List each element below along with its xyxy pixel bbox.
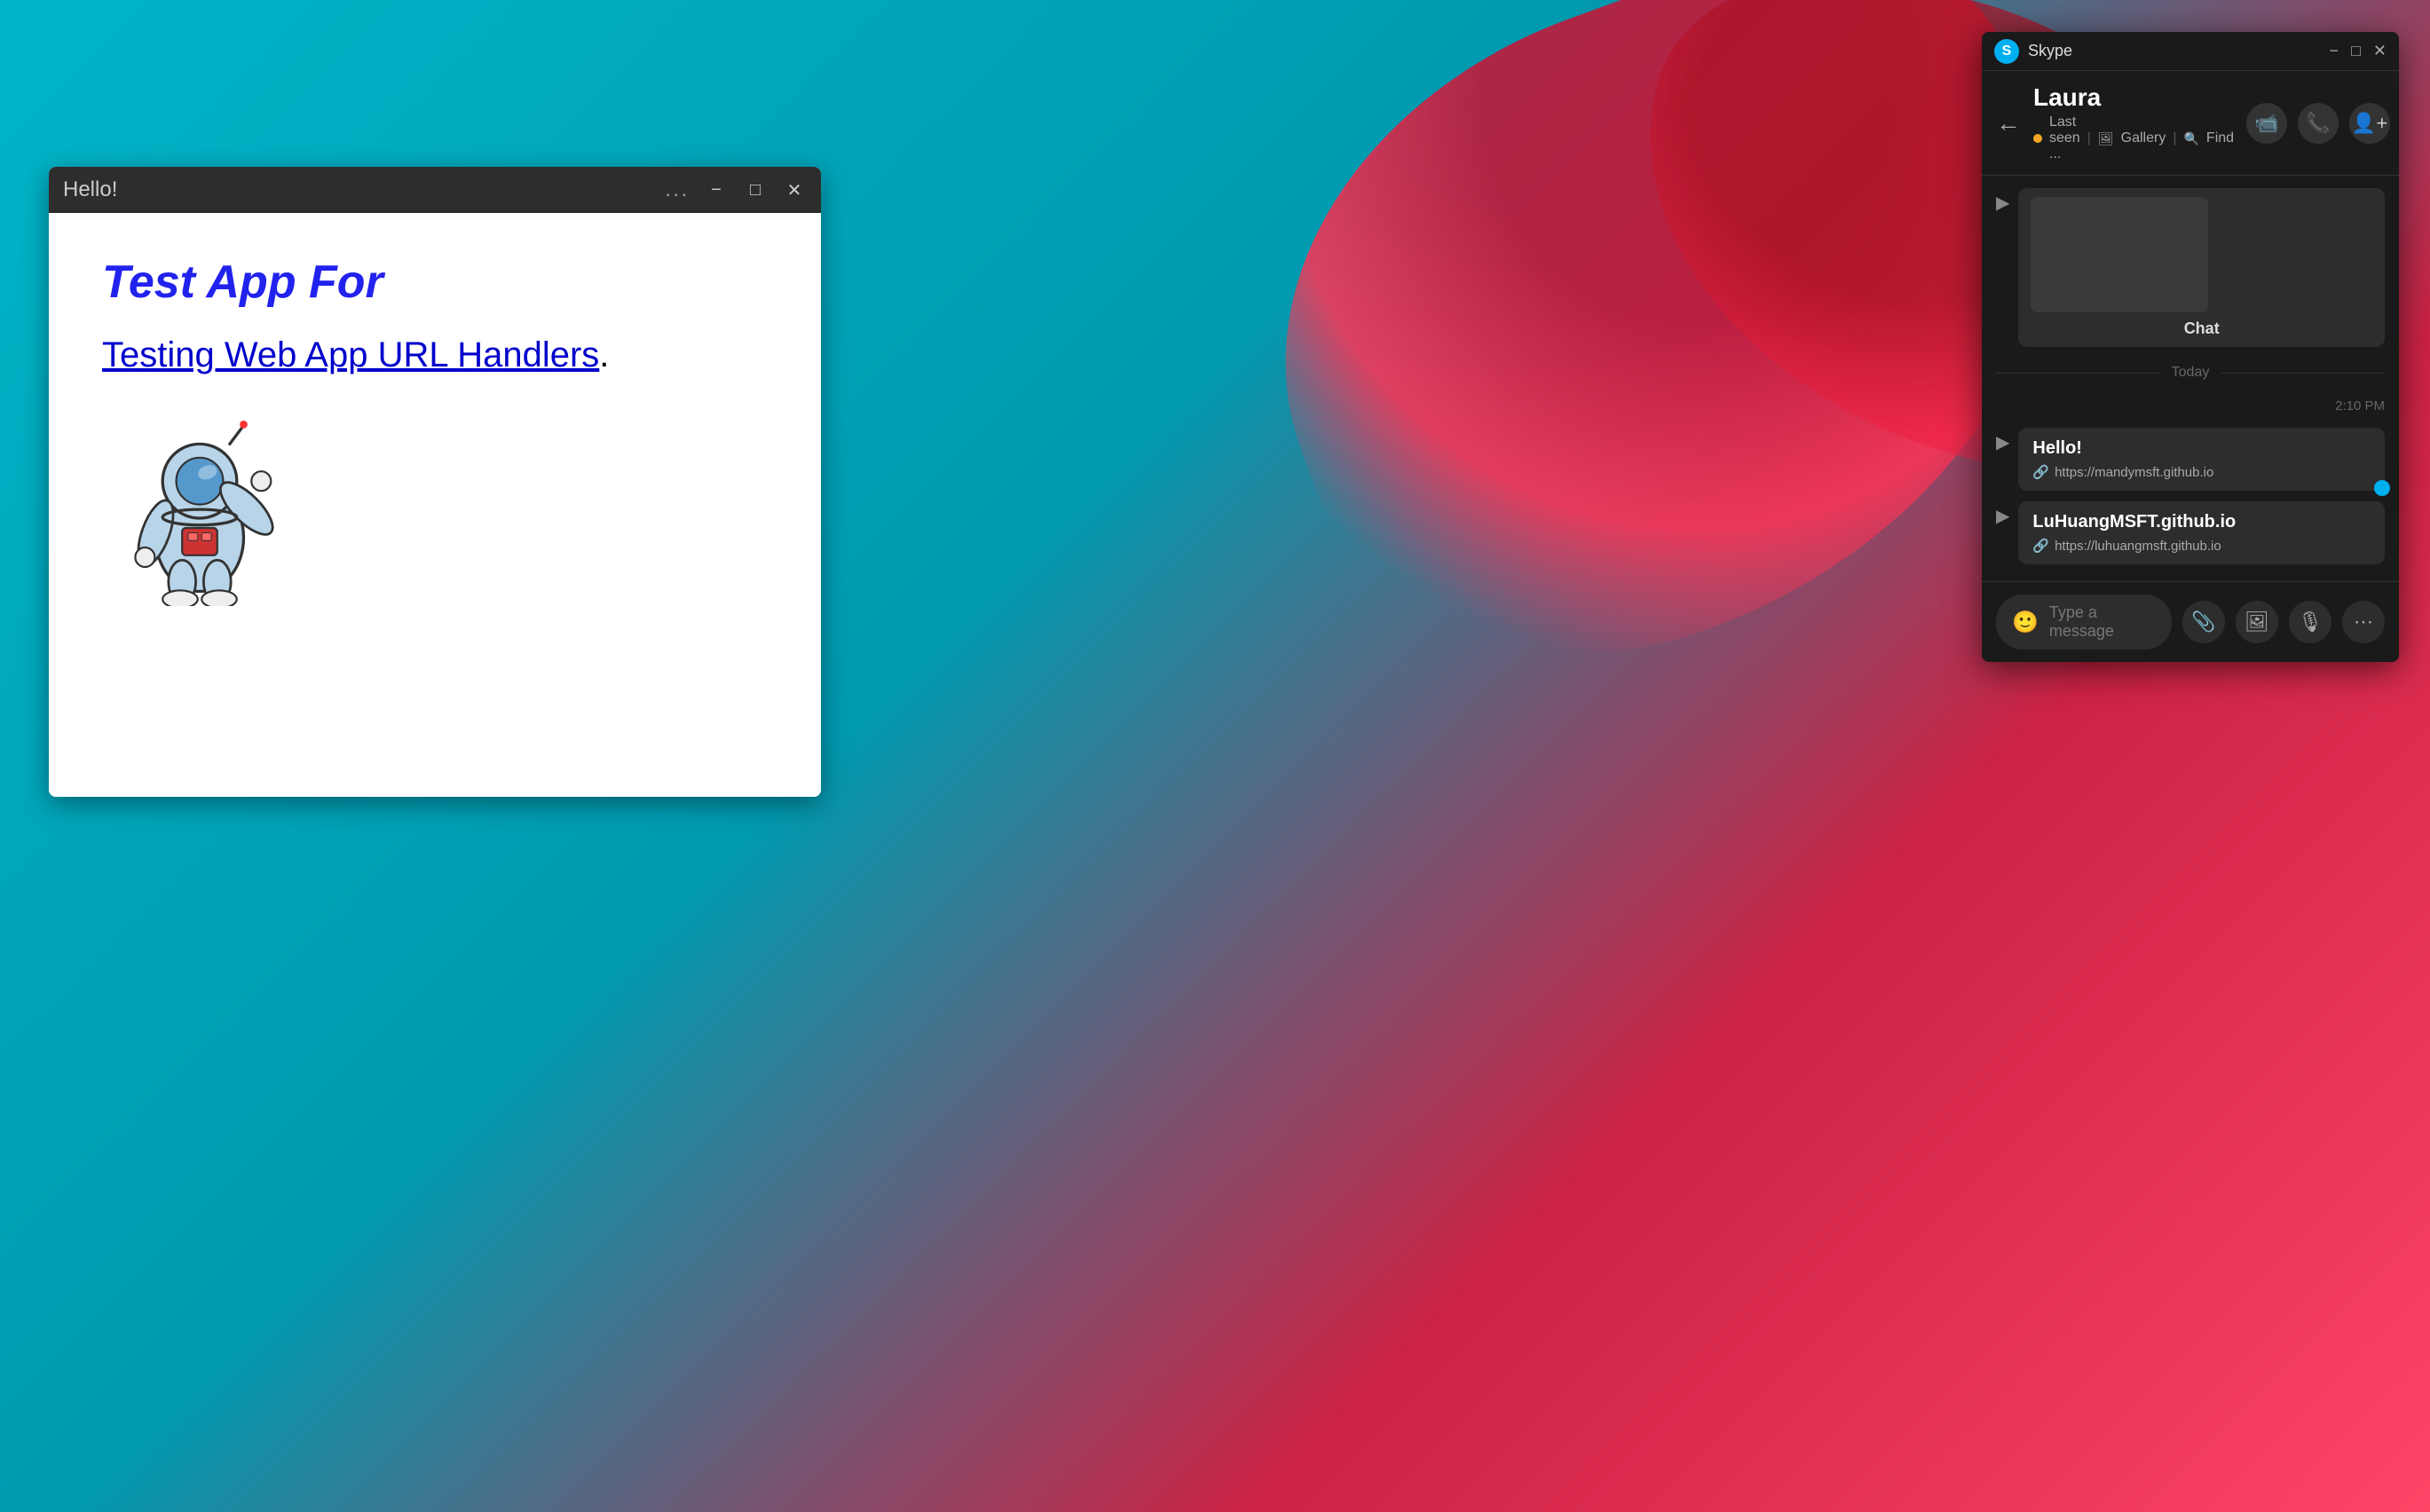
phone-icon: 📞 xyxy=(2306,112,2330,135)
message-bubble-1: Hello! 🔗 https://mandymsft.github.io xyxy=(2018,428,2385,491)
skype-app-name: Skype xyxy=(2028,42,2330,60)
message1-status-dot xyxy=(2374,480,2390,496)
message2-title: LuHuangMSFT.github.io xyxy=(2032,512,2371,532)
message2-send-icon: ▶ xyxy=(1996,505,2009,527)
add-contact-button[interactable]: 👤+ xyxy=(2349,103,2390,144)
chat-card-bubble: Chat xyxy=(2018,188,2385,347)
message1-send-icon: ▶ xyxy=(1996,431,2009,453)
header-action-buttons: 📹 📞 👤+ xyxy=(2246,103,2390,144)
image-icon: 🖼 xyxy=(2245,610,2269,634)
browser-window-title: Hello! xyxy=(63,177,666,202)
attachment-icon: 📎 xyxy=(2191,610,2215,634)
microphone-icon: 🎙 xyxy=(2298,610,2323,634)
today-label: Today xyxy=(2172,365,2210,381)
browser-close-button[interactable]: ✕ xyxy=(782,177,807,202)
chat-image xyxy=(2031,197,2208,312)
last-seen-text: Last seen ... xyxy=(2049,114,2080,162)
message2-link-text[interactable]: https://luhuangmsft.github.io xyxy=(2055,539,2221,554)
message-input-area[interactable]: 🙂 Type a message xyxy=(1996,595,2172,650)
message-timestamp: 2:10 PM xyxy=(1996,398,2385,413)
skype-minimize-button[interactable]: − xyxy=(2330,42,2339,60)
skype-titlebar-buttons: − □ ✕ xyxy=(2330,42,2387,60)
message1-title: Hello! xyxy=(2032,438,2371,459)
link-icon-2: 🔗 xyxy=(2032,538,2049,554)
astronaut-svg xyxy=(102,411,297,606)
status-indicator xyxy=(2033,134,2042,143)
skype-contact-header: ← Laura Last seen ... | 🖼 Gallery | 🔍 Fi… xyxy=(1982,71,2399,176)
gallery-label[interactable]: Gallery xyxy=(2121,130,2166,146)
contact-info: Laura Last seen ... | 🖼 Gallery | 🔍 Find xyxy=(2033,83,2234,162)
attachment-button[interactable]: 📎 xyxy=(2182,601,2225,643)
video-call-icon: 📹 xyxy=(2254,112,2278,135)
more-options-button[interactable]: ⋯ xyxy=(2342,601,2385,643)
message1-link-text[interactable]: https://mandymsft.github.io xyxy=(2055,465,2213,480)
image-button[interactable]: 🖼 xyxy=(2236,601,2278,643)
app-link-container: Testing Web App URL Handlers. xyxy=(102,335,768,375)
chat-card-message: ▶ Chat xyxy=(1996,188,2385,347)
skype-close-button[interactable]: ✕ xyxy=(2373,42,2387,60)
send-arrow-icon: ▶ xyxy=(1996,192,2009,214)
app-link[interactable]: Testing Web App URL Handlers xyxy=(102,335,599,374)
video-call-button[interactable]: 📹 xyxy=(2246,103,2287,144)
find-label[interactable]: Find xyxy=(2206,130,2234,146)
back-button[interactable]: ← xyxy=(1996,109,2021,138)
message-row-1: ▶ Hello! 🔗 https://mandymsft.github.io xyxy=(1996,428,2385,491)
skype-titlebar: S Skype − □ ✕ xyxy=(1982,32,2399,71)
browser-minimize-button[interactable]: − xyxy=(704,177,729,202)
link-icon-1: 🔗 xyxy=(2032,464,2049,480)
gallery-icon: 🖼 xyxy=(2098,131,2114,146)
message-row-2: ▶ LuHuangMSFT.github.io 🔗 https://luhuan… xyxy=(1996,501,2385,564)
browser-maximize-button[interactable]: □ xyxy=(743,177,768,202)
browser-titlebar: Hello! ... − □ ✕ xyxy=(49,167,821,213)
skype-window: S Skype − □ ✕ ← Laura Last seen ... | 🖼 … xyxy=(1982,32,2399,662)
message-bubble-2: LuHuangMSFT.github.io 🔗 https://luhuangm… xyxy=(2018,501,2385,564)
app-link-suffix: . xyxy=(599,335,609,374)
message2-link: 🔗 https://luhuangmsft.github.io xyxy=(2032,538,2371,554)
chat-label: Chat xyxy=(2031,319,2372,338)
browser-content: Test App For Testing Web App URL Handler… xyxy=(49,213,821,797)
audio-call-button[interactable]: 📞 xyxy=(2298,103,2339,144)
browser-window: Hello! ... − □ ✕ Test App For Testing We… xyxy=(49,167,821,797)
skype-logo: S xyxy=(1994,39,2019,64)
astronaut-image xyxy=(102,411,768,610)
more-icon: ⋯ xyxy=(2354,610,2373,634)
today-divider: Today xyxy=(1996,365,2385,381)
message-input[interactable]: Type a message xyxy=(2049,603,2156,641)
browser-more-options[interactable]: ... xyxy=(666,178,690,201)
chat-area[interactable]: ▶ Chat Today 2:10 PM ▶ Hello! 🔗 https://… xyxy=(1982,176,2399,581)
contact-status: Last seen ... | 🖼 Gallery | 🔍 Find xyxy=(2033,114,2234,162)
find-icon: 🔍 xyxy=(2183,131,2198,146)
emoji-button[interactable]: 🙂 xyxy=(2012,610,2039,635)
contact-name: Laura xyxy=(2033,83,2234,112)
skype-maximize-button[interactable]: □ xyxy=(2351,42,2361,60)
microphone-button[interactable]: 🎙 xyxy=(2289,601,2331,643)
chat-footer: 🙂 Type a message 📎 🖼 🎙 ⋯ xyxy=(1982,581,2399,662)
message1-link: 🔗 https://mandymsft.github.io xyxy=(2032,464,2371,480)
add-contact-icon: 👤+ xyxy=(2352,112,2387,135)
browser-titlebar-actions: ... − □ ✕ xyxy=(666,177,807,202)
app-title: Test App For xyxy=(102,256,768,309)
